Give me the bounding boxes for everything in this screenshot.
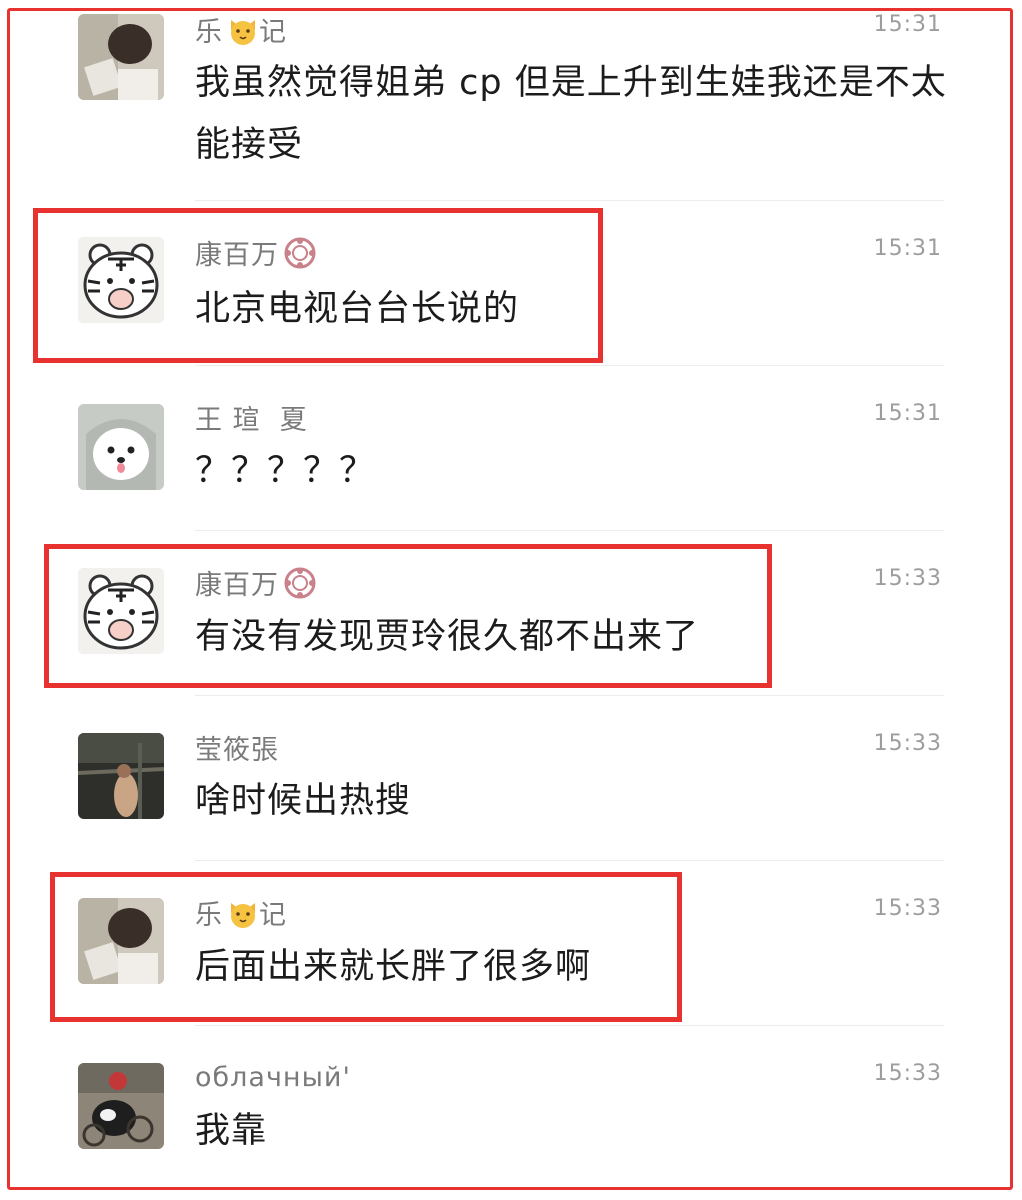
flower-badge-icon bbox=[283, 566, 317, 607]
sender-name: 康百万 bbox=[195, 563, 317, 607]
message-time: 15:33 bbox=[873, 1061, 942, 1086]
message-text: 啥时候出热搜 bbox=[195, 781, 412, 821]
message-time: 15:31 bbox=[873, 236, 942, 261]
flower-badge-icon bbox=[283, 236, 317, 277]
message-text: 我虽然觉得姐弟 cp 但是上升到生娃我还是不太能接受 bbox=[195, 63, 947, 165]
message-divider bbox=[195, 200, 944, 201]
sender-name: 乐记 bbox=[195, 10, 287, 53]
message-text: 我靠 bbox=[195, 1111, 268, 1151]
puppy-avatar[interactable] bbox=[78, 404, 164, 490]
message-divider bbox=[195, 860, 944, 861]
message-divider bbox=[195, 1025, 944, 1026]
message-divider bbox=[195, 365, 944, 366]
message-text: ？？？？？ bbox=[195, 451, 376, 491]
tiger-avatar[interactable] bbox=[78, 237, 164, 323]
message-time: 15:33 bbox=[873, 896, 942, 921]
sender-name: 乐记 bbox=[195, 893, 287, 936]
cat-photo-avatar[interactable] bbox=[78, 1063, 164, 1149]
message-time: 15:31 bbox=[873, 12, 942, 37]
message-time: 15:33 bbox=[873, 566, 942, 591]
sender-name: 王 瑄 夏 bbox=[195, 405, 308, 436]
sender-name: 康百万 bbox=[195, 233, 317, 277]
message-text: 后面出来就长胖了很多啊 bbox=[195, 947, 592, 987]
message-divider bbox=[195, 530, 944, 531]
user-photo-avatar[interactable] bbox=[78, 898, 164, 984]
message-text: 北京电视台台长说的 bbox=[195, 289, 520, 329]
message-time: 15:33 bbox=[873, 731, 942, 756]
tiger-avatar[interactable] bbox=[78, 568, 164, 654]
user-photo-avatar[interactable] bbox=[78, 14, 164, 100]
cat-emoji-icon bbox=[227, 897, 259, 936]
message-text: 有没有发现贾玲很久都不出来了 bbox=[195, 617, 700, 657]
sender-name: облачный' bbox=[195, 1062, 351, 1093]
cat-emoji-icon bbox=[227, 14, 259, 53]
message-time: 15:31 bbox=[873, 401, 942, 426]
dark-photo-avatar[interactable] bbox=[78, 733, 164, 819]
message-divider bbox=[195, 695, 944, 696]
sender-name: 莹筱張 bbox=[195, 735, 279, 766]
